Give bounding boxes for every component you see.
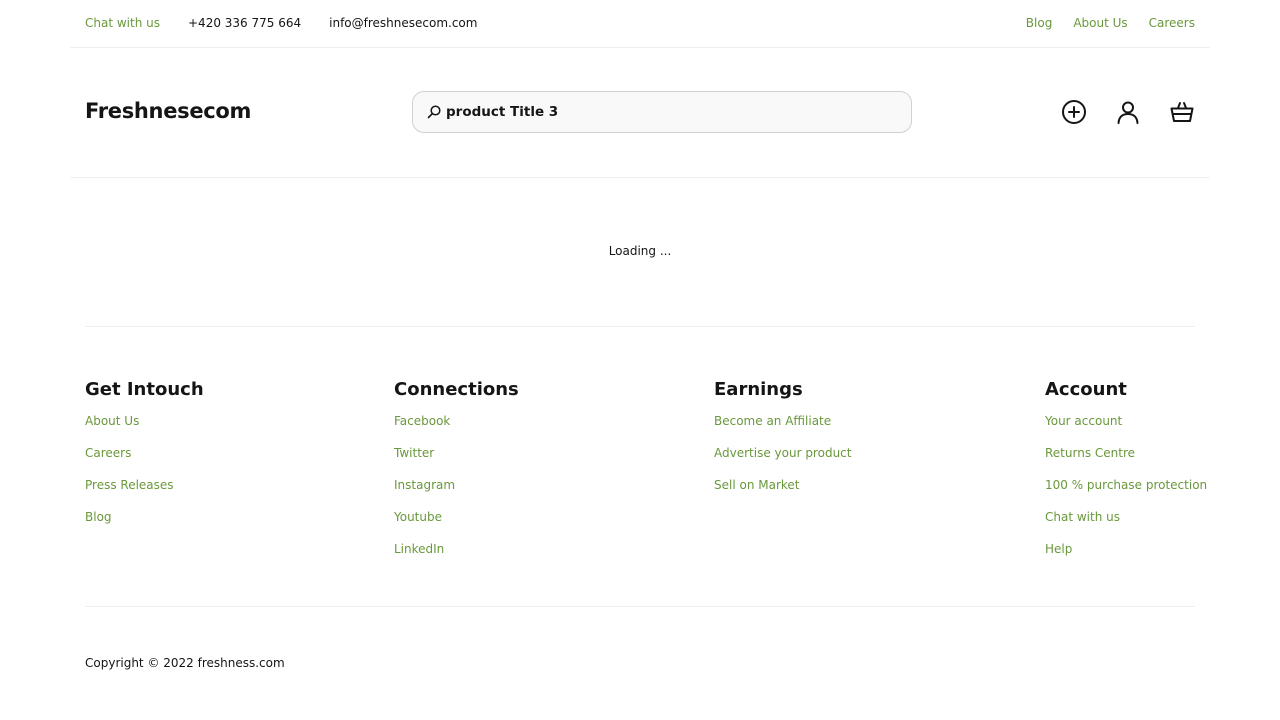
- footer-link-your-account[interactable]: Your account: [1045, 414, 1122, 428]
- footer-heading: Get Intouch: [85, 379, 204, 400]
- footer-link-instagram[interactable]: Instagram: [394, 478, 455, 492]
- phone-number: +420 336 775 664: [188, 16, 302, 30]
- footer-link-become-affiliate[interactable]: Become an Affiliate: [714, 414, 831, 428]
- logo[interactable]: Freshnesecom: [85, 99, 251, 123]
- basket-icon[interactable]: [1169, 99, 1195, 125]
- footer-link-purchase-protection[interactable]: 100 % purchase protection: [1045, 478, 1207, 492]
- top-bar: Chat with us +420 336 775 664 info@fresh…: [70, 0, 1210, 48]
- footer-link-linkedin[interactable]: LinkedIn: [394, 542, 444, 556]
- footer-column-get-intouch: Get Intouch About Us Careers Press Relea…: [85, 378, 204, 541]
- footer-heading: Account: [1045, 379, 1127, 400]
- nav-link-careers[interactable]: Careers: [1149, 15, 1195, 31]
- copyright-text: Copyright © 2022 freshness.com: [85, 656, 285, 670]
- header: Freshnesecom: [70, 48, 1210, 178]
- footer-link-chat-with-us[interactable]: Chat with us: [1045, 510, 1120, 524]
- nav-link-about-us[interactable]: About Us: [1073, 15, 1127, 31]
- loading-indicator: Loading ...: [608, 244, 672, 258]
- email-address: info@freshnesecom.com: [329, 16, 478, 30]
- footer-link-blog[interactable]: Blog: [85, 510, 112, 524]
- footer-link-youtube[interactable]: Youtube: [394, 510, 442, 524]
- footer-divider-bottom: [85, 606, 1195, 607]
- footer-link-careers[interactable]: Careers: [85, 446, 131, 460]
- footer-link-twitter[interactable]: Twitter: [394, 446, 434, 460]
- footer-column-earnings: Earnings Become an Affiliate Advertise y…: [714, 378, 851, 509]
- chat-with-us-link[interactable]: Chat with us: [85, 15, 160, 31]
- search-bar[interactable]: [412, 91, 912, 133]
- footer-link-returns-centre[interactable]: Returns Centre: [1045, 446, 1135, 460]
- nav-link-blog[interactable]: Blog: [1026, 15, 1053, 31]
- footer-link-advertise-product[interactable]: Advertise your product: [714, 446, 851, 460]
- search-input[interactable]: [446, 101, 876, 123]
- footer-link-about-us[interactable]: About Us: [85, 414, 139, 428]
- footer-link-press-releases[interactable]: Press Releases: [85, 478, 174, 492]
- top-bar-nav: Blog About Us Careers: [1005, 15, 1195, 31]
- footer-column-connections: Connections Facebook Twitter Instagram Y…: [394, 378, 519, 573]
- footer-heading: Earnings: [714, 379, 803, 400]
- add-circle-icon[interactable]: [1061, 99, 1087, 125]
- header-actions: [1061, 99, 1195, 125]
- top-bar-contacts: Chat with us +420 336 775 664 info@fresh…: [85, 15, 505, 31]
- footer-link-sell-on-market[interactable]: Sell on Market: [714, 478, 800, 492]
- footer-link-facebook[interactable]: Facebook: [394, 414, 450, 428]
- footer-heading: Connections: [394, 379, 519, 400]
- footer-divider-top: [85, 326, 1195, 327]
- user-icon[interactable]: [1115, 99, 1141, 125]
- footer-link-help[interactable]: Help: [1045, 542, 1072, 556]
- footer-column-account: Account Your account Returns Centre 100 …: [1045, 378, 1207, 573]
- search-icon: [426, 104, 442, 120]
